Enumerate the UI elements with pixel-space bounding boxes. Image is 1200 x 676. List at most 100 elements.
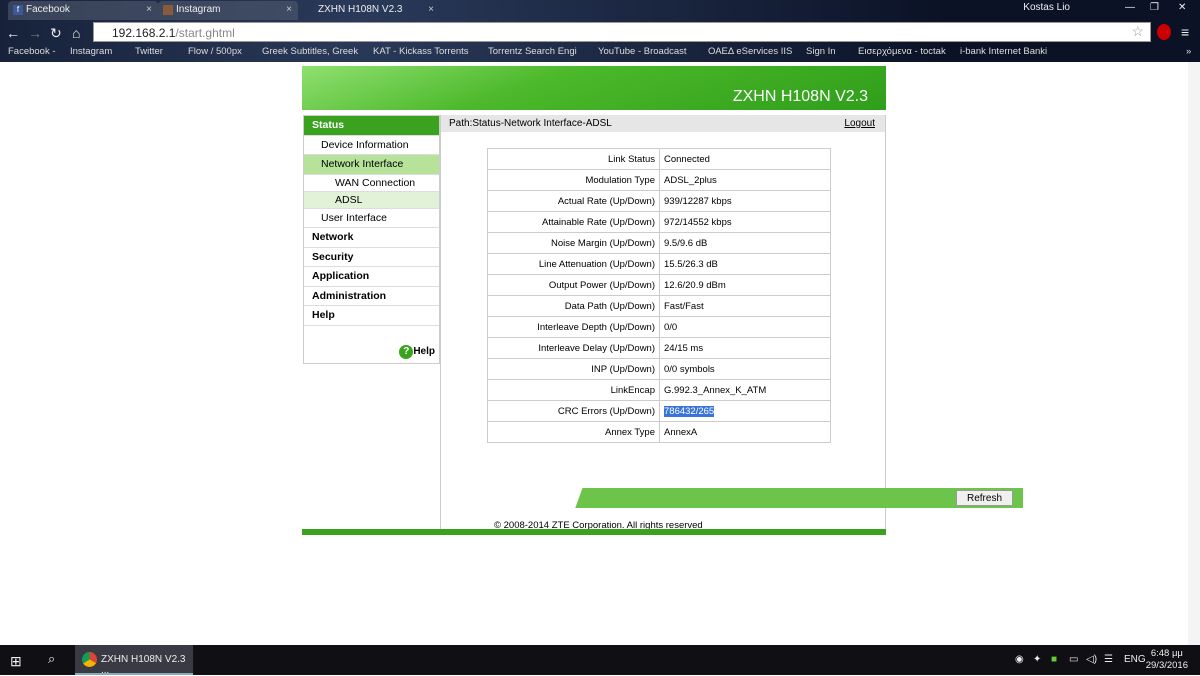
row-value: 15.5/26.3 dB [659,253,831,275]
row-value: 939/12287 kbps [659,190,831,212]
table-row: Attainable Rate (Up/Down) 972/14552 kbps [487,211,831,233]
wifi-icon[interactable]: ◉ [1015,654,1024,665]
bookmark[interactable]: Twitter [135,46,163,57]
row-value: 786432/265 [659,400,831,422]
nvidia-icon[interactable]: ■ [1051,654,1057,665]
menu-administration[interactable]: Administration [304,287,439,306]
row-label: Link Status [487,148,660,170]
refresh-button[interactable]: Refresh [955,490,1013,506]
bookmark[interactable]: Sign In [806,46,836,57]
table-row: Output Power (Up/Down) 12.6/20.9 dBm [487,274,831,296]
router-title: ZXHN H108N V2.3 [732,88,868,105]
value-text: Fast/Fast [664,300,704,312]
menu-network-interface[interactable]: Network Interface [304,155,439,175]
row-label: Actual Rate (Up/Down) [487,190,660,212]
menu-security[interactable]: Security [304,248,439,267]
menu-network[interactable]: Network [304,228,439,248]
star-icon[interactable]: ☆ [1131,23,1144,40]
ethernet-icon[interactable]: ▭ [1069,654,1078,665]
table-row: Line Attenuation (Up/Down) 15.5/26.3 dB [487,253,831,275]
menu-user-interface[interactable]: User Interface [304,209,439,228]
row-label: CRC Errors (Up/Down) [487,400,660,422]
language-indicator[interactable]: ENG [1124,654,1146,665]
more-bookmarks[interactable]: » [1186,46,1191,57]
menu-help[interactable]: Help [304,306,439,326]
bookmark[interactable]: KAT - Kickass Torrents [373,46,469,57]
row-value: 9.5/9.6 dB [659,232,831,254]
row-value: 0/0 [659,316,831,338]
back-icon[interactable]: ← [6,25,20,41]
restore-button[interactable]: ❐ [1150,2,1159,13]
menu-application[interactable]: Application [304,267,439,287]
bookmark[interactable]: Instagram [70,46,112,57]
network-tray-icon[interactable]: ✦ [1033,654,1041,665]
value-text: 0/0 symbols [664,363,715,375]
notifications-icon[interactable]: ☰ [1104,654,1113,665]
table-row: Link Status Connected [487,148,831,170]
row-value: Fast/Fast [659,295,831,317]
menu-adsl[interactable]: ADSL [304,191,439,209]
bookmark[interactable]: YouTube - Broadcast [598,46,687,57]
scrollbar[interactable] [1188,62,1200,645]
breadcrumb: Path:Status-Network Interface-ADSL [441,115,885,132]
table-row: Interleave Delay (Up/Down) 24/15 ms [487,337,831,359]
bookmark[interactable]: Flow / 500px [188,46,242,57]
taskbar: ⊞ ⌕ ZXHN H108N V2.3 ... ◉ ✦ ■ ▭ ◁) ☰ ENG… [0,645,1200,676]
bookmark[interactable]: Greek Subtitles, Greek [262,46,358,57]
menu-device-information[interactable]: Device Information [304,136,439,155]
row-label: Data Path (Up/Down) [487,295,660,317]
router-header: ZXHN H108N V2.3 [302,66,886,110]
row-label: INP (Up/Down) [487,358,660,380]
value-text: ADSL_2plus [664,174,717,186]
logout-link[interactable]: Logout [844,118,875,129]
bookmark[interactable]: ΟΑΕΔ eServices IIS [708,46,792,57]
row-value: ADSL_2plus [659,169,831,191]
table-row: Data Path (Up/Down) Fast/Fast [487,295,831,317]
close-tab-icon[interactable]: × [428,4,434,15]
tab-facebook[interactable]: f Facebook × [8,1,158,20]
router-panel: ZXHN H108N V2.3 Status Device Informatio… [302,66,1023,535]
content: Path:Status-Network Interface-ADSL Logou… [440,115,1023,535]
value-text: G.992.3_Annex_K_ATM [664,384,767,396]
bookmark[interactable]: i-bank Internet Banki [960,46,1047,57]
menu-wan-connection[interactable]: WAN Connection [304,175,439,192]
menu-icon[interactable]: ≡ [1181,24,1189,40]
profile-name[interactable]: Kostas Lio [1023,2,1070,13]
bookmark[interactable]: Torrentz Search Engi [488,46,577,57]
row-label: Line Attenuation (Up/Down) [487,253,660,275]
menu-status[interactable]: Status [304,116,439,136]
forward-icon[interactable]: → [28,25,42,41]
value-text: 24/15 ms [664,342,704,354]
minimize-button[interactable]: — [1125,2,1135,13]
value-text: 12.6/20.9 dBm [664,279,726,291]
reload-icon[interactable]: ↻ [50,25,62,42]
help-button[interactable]: ? Help [399,345,435,359]
row-value: G.992.3_Annex_K_ATM [659,379,831,401]
bookmark[interactable]: Εισερχόμενα - toctak [858,46,946,57]
value-text: 786432/265 [664,405,715,417]
close-tab-icon[interactable]: × [146,4,152,15]
row-value: 972/14552 kbps [659,211,831,233]
value-text: Connected [664,153,710,165]
table-row: INP (Up/Down) 0/0 symbols [487,358,831,380]
row-label: Noise Margin (Up/Down) [487,232,660,254]
footer-bar: Refresh [561,488,1023,508]
taskbar-chrome-app[interactable]: ZXHN H108N V2.3 ... [75,645,193,676]
clock[interactable]: 6:48 μμ 29/3/2016 [1146,648,1188,672]
close-tab-icon[interactable]: × [286,4,292,15]
table-row: Actual Rate (Up/Down) 939/12287 kbps [487,190,831,212]
instagram-icon [163,5,173,15]
tab-router[interactable]: ZXHN H108N V2.3 × [300,1,440,20]
address-bar[interactable]: 192.168.2.1/start.ghtml ☆ [93,22,1151,42]
search-icon[interactable]: ⌕ [48,651,55,667]
home-icon[interactable]: ⌂ [72,25,80,41]
tab-instagram[interactable]: Instagram × [158,1,298,20]
volume-icon[interactable]: ◁) [1086,654,1097,665]
row-value: 24/15 ms [659,337,831,359]
close-window-button[interactable]: ✕ [1178,2,1186,13]
extension-icon[interactable] [1157,24,1171,40]
windows-start-icon[interactable]: ⊞ [10,653,22,670]
row-label: LinkEncap [487,379,660,401]
bookmark[interactable]: Facebook - [8,46,56,57]
sidebar: Status Device Information Network Interf… [303,115,440,364]
